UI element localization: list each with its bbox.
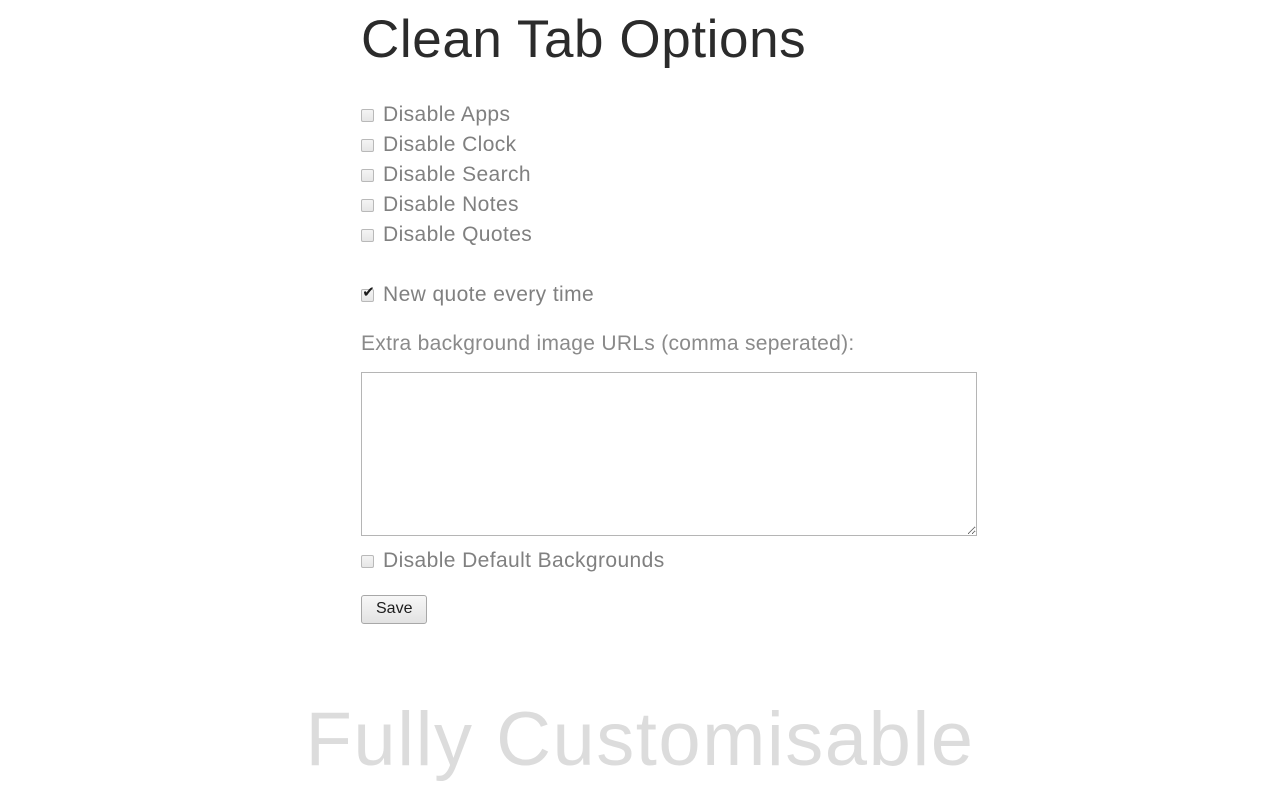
option-row-disable-quotes[interactable]: Disable Quotes — [361, 220, 1061, 250]
option-row-disable-notes[interactable]: Disable Notes — [361, 190, 1061, 220]
promo-caption: Fully Customisable — [305, 697, 975, 782]
checkbox-unchecked-icon[interactable] — [361, 138, 374, 152]
option-row-new-quote-every-time[interactable]: ✔ New quote every time — [361, 280, 1061, 310]
option-label-disable-default-backgrounds[interactable]: Disable Default Backgrounds — [383, 546, 665, 576]
option-row-disable-clock[interactable]: Disable Clock — [361, 130, 1061, 160]
option-label-disable-quotes[interactable]: Disable Quotes — [383, 220, 532, 250]
extra-background-urls-input[interactable] — [361, 372, 977, 536]
checkmark-icon: ✔ — [362, 282, 375, 301]
option-row-disable-apps[interactable]: Disable Apps — [361, 100, 1061, 130]
option-group-separator — [361, 250, 1061, 280]
options-page: Clean Tab Options Disable Apps Disable C… — [0, 0, 1280, 800]
options-form: Disable Apps Disable Clock Disable Searc… — [361, 100, 1061, 624]
checkbox-checked-icon[interactable]: ✔ — [361, 282, 375, 302]
option-label-disable-apps[interactable]: Disable Apps — [383, 100, 510, 130]
option-label-new-quote-every-time[interactable]: New quote every time — [383, 280, 594, 310]
extra-background-urls-label: Extra background image URLs (comma seper… — [361, 332, 855, 355]
checkbox-unchecked-icon[interactable] — [361, 168, 374, 182]
option-row-disable-default-backgrounds[interactable]: Disable Default Backgrounds — [361, 546, 1061, 576]
option-label-disable-search[interactable]: Disable Search — [383, 160, 531, 190]
checkbox-unchecked-icon[interactable] — [361, 198, 374, 212]
checkbox-unchecked-icon[interactable] — [361, 108, 374, 122]
checkbox-unchecked-icon[interactable] — [361, 228, 374, 242]
checkbox-unchecked-icon[interactable] — [361, 554, 374, 568]
page-title: Clean Tab Options — [361, 10, 807, 69]
save-button[interactable]: Save — [361, 595, 428, 624]
option-row-disable-search[interactable]: Disable Search — [361, 160, 1061, 190]
option-label-disable-notes[interactable]: Disable Notes — [383, 190, 519, 220]
option-label-disable-clock[interactable]: Disable Clock — [383, 130, 517, 160]
